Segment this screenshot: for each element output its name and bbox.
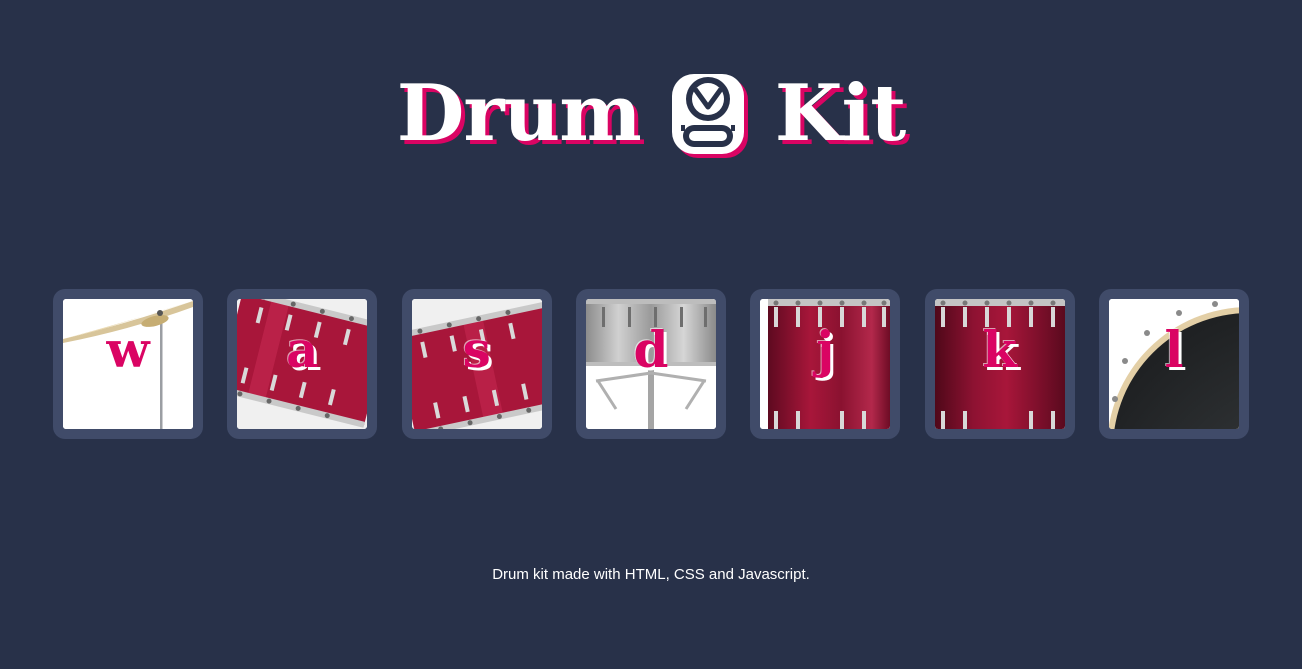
drum-pad-d: d [585,299,716,429]
drum-pad-a: a [237,299,368,429]
title-kit: Kit [774,68,906,159]
drum-pad-l: l [1108,299,1239,429]
key-letter: s [462,320,491,379]
key-letter: j [816,320,835,379]
drum-key-a[interactable]: a [227,289,378,439]
drum-pad-w: w [63,299,193,429]
drum-set: w a s d j k l [53,289,1249,439]
key-letter: a [286,320,319,379]
drum-key-k[interactable]: k [924,289,1075,439]
drum-logo-icon [671,74,748,158]
title-drum: Drum [396,68,642,159]
key-letter: d [633,320,669,379]
drum-key-d[interactable]: d [575,289,726,439]
footer-text: Drum kit made with HTML, CSS and Javascr… [492,566,810,583]
page-title: Drum Kit [0,66,1302,162]
drum-pad-s: s [411,299,542,429]
drum-key-j[interactable]: j [750,289,901,439]
drum-pad-k: k [934,299,1065,429]
key-letter: l [1164,320,1184,379]
drum-key-l[interactable]: l [1098,289,1249,439]
key-letter: w [106,320,150,379]
key-letter: k [982,320,1017,379]
drum-pad-j: j [760,299,891,429]
drum-key-w[interactable]: w [53,289,203,439]
drum-key-s[interactable]: s [401,289,552,439]
